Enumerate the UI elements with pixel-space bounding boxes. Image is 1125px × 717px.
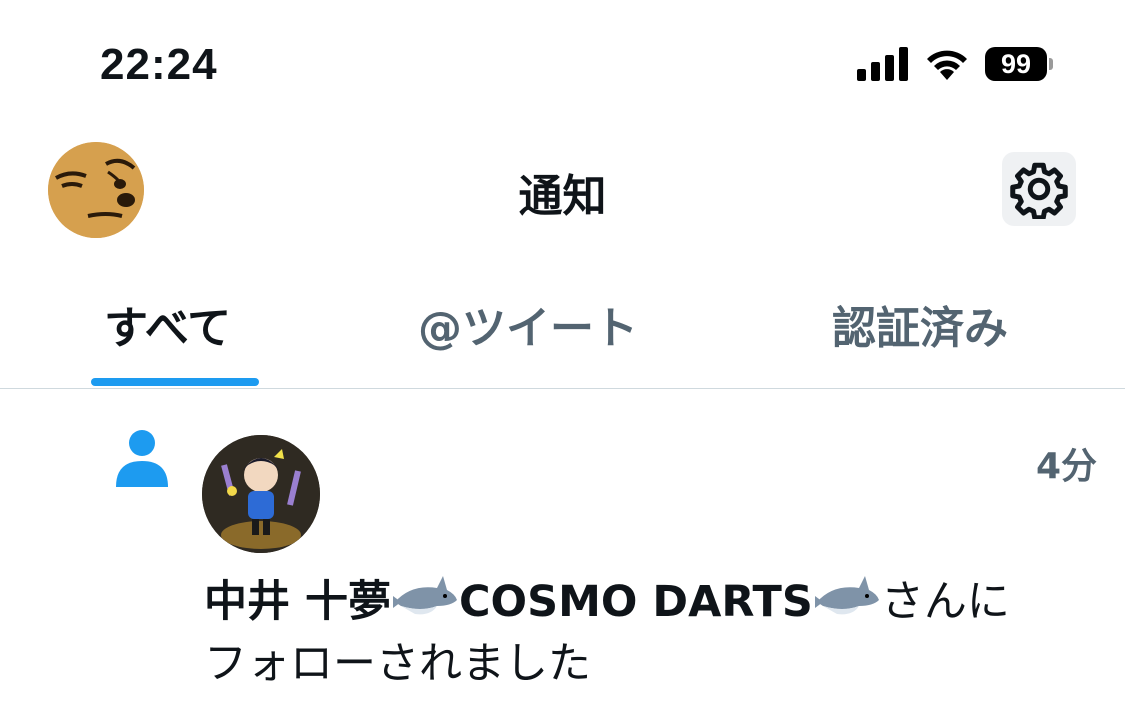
settings-button[interactable]: [1002, 152, 1076, 226]
notification-text: 中井 十夢 COSMO DARTS さんに フォローされました: [204, 571, 1104, 695]
tab-all[interactable]: すべて: [104, 292, 231, 356]
notification-line2: フォローされました: [204, 639, 591, 689]
battery-tip: [1049, 58, 1053, 70]
notification-item[interactable]: 4分 中井 十夢 COSMO DARTS さんに フォローされました: [0, 389, 1125, 717]
status-bar: 22:24 99: [0, 0, 1125, 130]
person-icon: [116, 430, 168, 487]
follower-avatar-image: [202, 435, 320, 553]
shark-emoji: [392, 576, 457, 615]
notification-time: 4分: [1035, 446, 1097, 487]
tab-active-indicator: [91, 378, 259, 386]
shark-emoji: [814, 576, 879, 615]
signal-icon: [857, 47, 908, 81]
tab-mentions[interactable]: @ツイート: [418, 292, 638, 356]
wifi-icon: [927, 50, 967, 80]
page-title: 通知: [518, 171, 607, 222]
header: 通知: [0, 130, 1125, 250]
tab-bar: すべて @ツイート 認証済み: [0, 280, 1125, 389]
status-time: 22:24: [100, 40, 218, 89]
battery-icon: 99: [985, 47, 1053, 81]
gear-icon: [1010, 162, 1068, 219]
follower-name-part1[interactable]: 中井 十夢: [204, 577, 391, 627]
status-icons: 99: [857, 44, 1053, 84]
tab-verified[interactable]: 認証済み: [832, 292, 1008, 356]
follower-avatar[interactable]: [202, 435, 320, 553]
battery-level: 99: [985, 47, 1047, 81]
follower-name-part2[interactable]: COSMO DARTS: [459, 577, 813, 627]
notification-suffix: さんに: [880, 577, 1010, 627]
